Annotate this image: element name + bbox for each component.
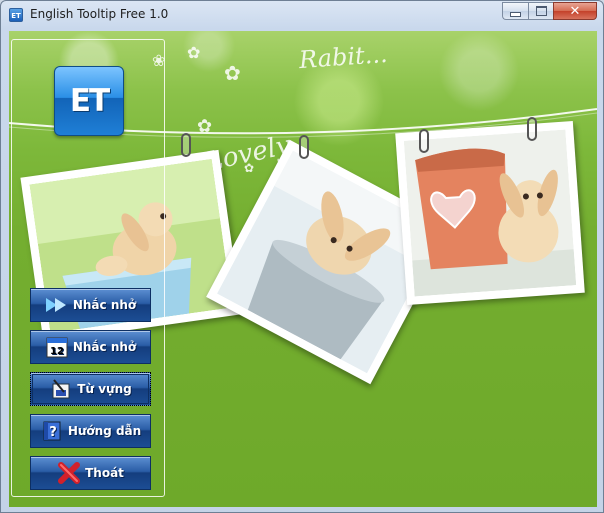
play-arrows-icon — [45, 294, 69, 316]
clothespin-icon — [299, 135, 309, 159]
main-canvas: ✿ ✿ ❀ ✿ ❀ ✿ ✿ Rabit... Lovely — [9, 31, 597, 507]
exit-button[interactable]: Thoát — [30, 456, 151, 490]
book-pen-icon — [49, 378, 73, 400]
rabbit-photo-3-image — [403, 129, 577, 297]
minimize-button[interactable] — [502, 2, 528, 20]
app-logo: ET — [54, 66, 124, 136]
red-x-icon — [57, 462, 81, 484]
caption-buttons: ✕ — [502, 2, 597, 21]
clothespin-icon — [419, 129, 429, 153]
title-bar[interactable]: ET English Tooltip Free 1.0 ✕ — [1, 1, 603, 29]
clothespin-icon — [181, 133, 191, 157]
reminder-button-2-label: Nhắc nhở — [72, 340, 137, 354]
guide-button[interactable]: ? Hướng dẫn — [30, 414, 151, 448]
reminder-button-1[interactable]: Nhắc nhở — [30, 288, 151, 322]
clothespin-icon — [527, 117, 537, 141]
maximize-icon — [535, 6, 547, 16]
window-title: English Tooltip Free 1.0 — [30, 7, 169, 21]
sidebar-panel: ET Nhắc nhở 12 Nhắc nhở Từ vựng ? Hướng … — [11, 39, 165, 497]
reminder-button-2[interactable]: 12 Nhắc nhở — [30, 330, 151, 364]
close-button[interactable]: ✕ — [553, 2, 597, 20]
app-window: ET English Tooltip Free 1.0 ✕ ✿ ✿ ❀ ✿ ❀ … — [0, 0, 604, 513]
maximize-button[interactable] — [528, 2, 553, 20]
minimize-icon — [510, 11, 521, 17]
help-book-icon: ? — [40, 420, 64, 442]
reminder-button-1-label: Nhắc nhở — [72, 298, 137, 312]
calendar-icon: 12 — [45, 336, 69, 358]
svg-text:?: ? — [49, 425, 57, 440]
app-icon[interactable]: ET — [9, 8, 23, 22]
vocabulary-button[interactable]: Từ vựng — [30, 372, 151, 406]
close-icon: ✕ — [569, 3, 581, 19]
vocabulary-button-label: Từ vựng — [77, 382, 132, 396]
guide-button-label: Hướng dẫn — [67, 424, 142, 438]
exit-button-label: Thoát — [85, 466, 124, 480]
svg-text:12: 12 — [50, 346, 64, 357]
